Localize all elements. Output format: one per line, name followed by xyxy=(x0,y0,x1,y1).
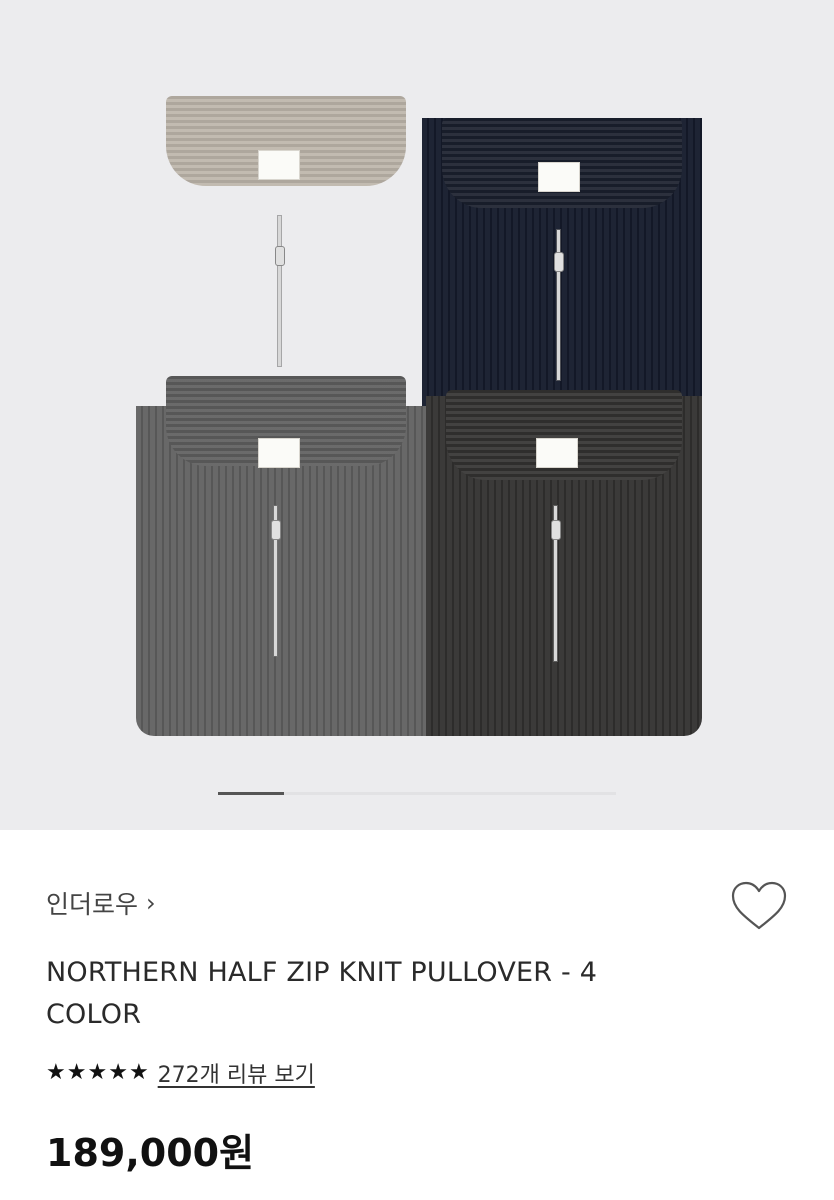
slide-indicator xyxy=(218,792,616,795)
star-icon: ★ xyxy=(87,1060,108,1085)
product-image[interactable] xyxy=(136,96,702,736)
rating-row: ★ ★ ★ ★ ★ 272개 리뷰 보기 xyxy=(46,1057,315,1089)
label-tag xyxy=(538,162,580,192)
star-icon: ★ xyxy=(128,1060,149,1085)
grey-sweater xyxy=(136,376,432,736)
label-tag xyxy=(536,438,578,468)
zipper xyxy=(278,216,281,366)
product-title: NORTHERN HALF ZIP KNIT PULLOVER - 4 COLO… xyxy=(46,957,598,1030)
review-link[interactable]: 272개 리뷰 보기 xyxy=(158,1057,315,1089)
zipper-pull xyxy=(554,252,564,272)
label-tag xyxy=(258,150,300,180)
star-icon: ★ xyxy=(66,1060,87,1085)
product-image-gallery[interactable] xyxy=(0,0,834,830)
product-price: 189,000원 xyxy=(46,1131,255,1175)
zipper-pull xyxy=(271,520,281,540)
brand-name: 인더로우 xyxy=(46,890,139,919)
star-icon: ★ xyxy=(108,1060,128,1085)
star-icon: ★ xyxy=(46,1060,66,1085)
zipper-pull xyxy=(551,520,561,540)
heart-outline-icon[interactable] xyxy=(730,880,788,932)
zipper-pull xyxy=(275,246,285,266)
heart-svg xyxy=(731,881,787,930)
slide-indicator-active xyxy=(218,792,284,795)
chevron-right-icon: › xyxy=(146,889,156,917)
charcoal-sweater xyxy=(426,390,702,736)
label-tag xyxy=(258,438,300,468)
brand-link[interactable]: 인더로우 › xyxy=(46,885,156,921)
